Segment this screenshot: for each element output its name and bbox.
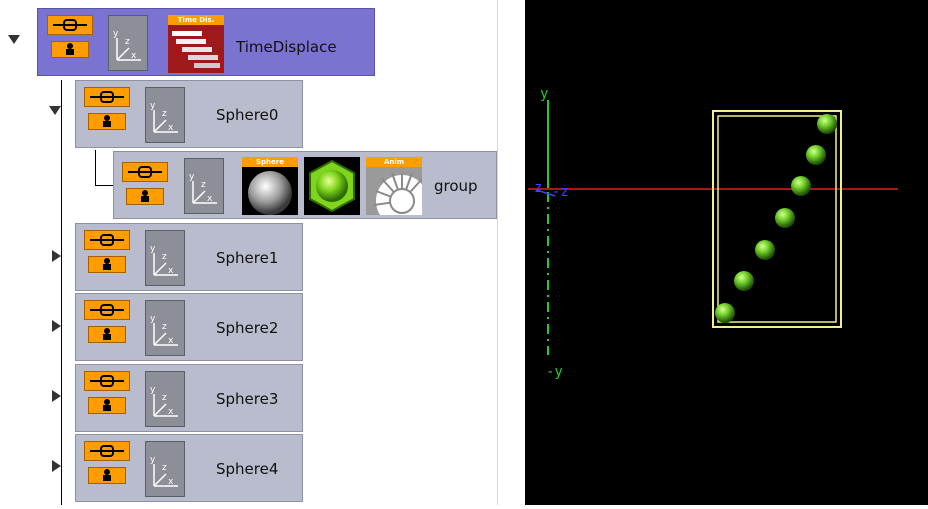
- tree-node-sphere2[interactable]: y z x Sphere2: [75, 293, 303, 361]
- transform-icon: [84, 230, 130, 276]
- sphere-instance[interactable]: [775, 208, 795, 228]
- viewport-canvas: [528, 100, 898, 355]
- tree-node-sphere1[interactable]: y z x Sphere1: [75, 223, 303, 291]
- svg-text:z: z: [162, 322, 167, 332]
- z-axis-label: z: [534, 180, 543, 196]
- expand-toggle-sphere4[interactable]: [52, 460, 61, 472]
- sphere-instance[interactable]: [817, 114, 837, 134]
- tree-connector: [95, 150, 96, 185]
- expand-toggle-sphere1[interactable]: [52, 250, 61, 262]
- svg-text:y: y: [150, 385, 156, 395]
- node-label: Sphere2: [216, 319, 279, 337]
- expand-toggle-sphere2[interactable]: [52, 320, 61, 332]
- neg-y-axis-label: -y: [546, 364, 563, 380]
- node-label: Sphere0: [216, 106, 279, 124]
- svg-text:z: z: [162, 109, 167, 119]
- svg-text:y: y: [150, 101, 156, 111]
- tree-node-sphere4[interactable]: y z x Sphere4: [75, 434, 303, 502]
- tree-connector: [95, 185, 115, 186]
- expand-toggle-sphere0[interactable]: [49, 106, 61, 115]
- svg-text:y: y: [189, 172, 195, 182]
- axis-icon: y z x: [145, 371, 185, 427]
- scene-tree-panel: y z x Time Dis. TimeDisplace y z x Spher…: [0, 0, 497, 505]
- axis-icon: y z x: [145, 441, 185, 497]
- time-displacement-plugin-icon: Time Dis.: [168, 15, 224, 73]
- svg-text:z: z: [125, 37, 130, 47]
- expand-toggle-root[interactable]: [8, 35, 20, 44]
- sphere-instance[interactable]: [734, 271, 754, 291]
- svg-text:z: z: [162, 463, 167, 473]
- sphere-instance[interactable]: [755, 240, 775, 260]
- svg-text:y: y: [150, 455, 156, 465]
- axis-icon: y z x: [108, 15, 148, 71]
- svg-text:z: z: [162, 252, 167, 262]
- axis-icon: y z x: [145, 230, 185, 286]
- anim-tag: Anim: [366, 157, 422, 167]
- sphere-instance[interactable]: [791, 176, 811, 196]
- node-label: TimeDisplace: [236, 38, 337, 56]
- sphere-tag: Sphere: [242, 157, 298, 167]
- node-label: Sphere3: [216, 390, 279, 408]
- 3d-viewport[interactable]: y -y z -z: [525, 0, 928, 505]
- expand-toggle-sphere3[interactable]: [52, 390, 61, 402]
- tree-node-sphere0[interactable]: y z x Sphere0: [75, 80, 303, 148]
- transform-icon: [84, 87, 130, 133]
- svg-text:y: y: [113, 29, 119, 39]
- axis-icon: y z x: [145, 300, 185, 356]
- plugin-tag: Time Dis.: [168, 15, 224, 25]
- neg-z-axis-label: -z: [552, 184, 569, 200]
- tree-node-sphere3[interactable]: y z x Sphere3: [75, 364, 303, 432]
- tree-node-group[interactable]: y z x Sphere Anim group: [113, 151, 497, 219]
- sphere-instance[interactable]: [715, 303, 735, 323]
- transform-icon: [84, 371, 130, 417]
- svg-text:y: y: [150, 314, 156, 324]
- transform-icon: [84, 441, 130, 487]
- tree-connector: [61, 80, 62, 505]
- material-icon: [304, 157, 360, 215]
- transform-icon: [84, 300, 130, 346]
- node-label: group: [434, 177, 478, 195]
- panel-divider[interactable]: [497, 0, 498, 505]
- svg-text:z: z: [162, 393, 167, 403]
- transform-icon: [122, 162, 168, 208]
- svg-text:z: z: [201, 180, 206, 190]
- sphere-geometry-icon: Sphere: [242, 157, 298, 215]
- y-axis-label: y: [540, 86, 549, 102]
- svg-text:y: y: [150, 244, 156, 254]
- transform-icon: [47, 15, 93, 61]
- axis-icon: y z x: [145, 87, 185, 143]
- node-label: Sphere1: [216, 249, 279, 267]
- sphere-instance[interactable]: [806, 145, 826, 165]
- node-label: Sphere4: [216, 460, 279, 478]
- tree-node-timedisplace[interactable]: y z x Time Dis. TimeDisplace: [37, 8, 375, 76]
- axis-icon: y z x: [184, 158, 224, 214]
- animation-icon: Anim: [366, 157, 422, 215]
